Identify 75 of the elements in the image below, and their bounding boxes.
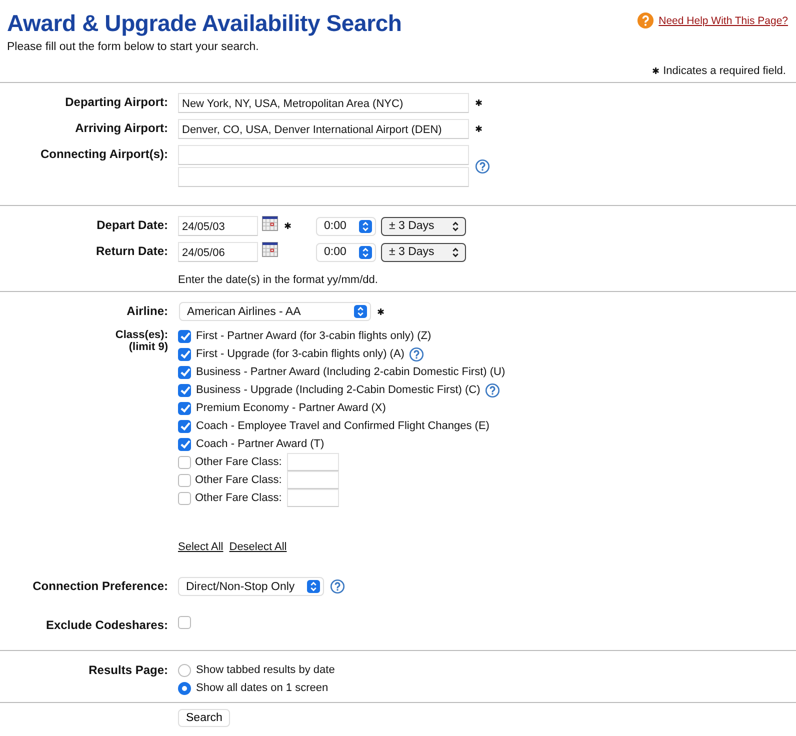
- field-label: Results Page:: [88, 662, 168, 677]
- required-mark: ✱: [377, 306, 385, 316]
- radio-label: Show tabbed results by date: [196, 664, 335, 676]
- fare-class-field[interactable]: [286, 489, 339, 507]
- checkbox[interactable]: [178, 384, 191, 396]
- select-link[interactable]: Select All: [178, 541, 224, 553]
- help-icon[interactable]: [330, 579, 345, 594]
- radio-label: Show all dates on 1 screen: [196, 682, 328, 694]
- checkbox[interactable]: [178, 330, 191, 342]
- checkbox[interactable]: [178, 438, 191, 450]
- field-label: Return Date:: [94, 243, 168, 258]
- airport-field[interactable]: New York, NY, USA, Metropolitan Area (NYC): [178, 93, 469, 113]
- class-option: Business - Partner Award (Including 2-cabin Domestic First) (U): [196, 366, 506, 378]
- class-option: Other Fare Class:: [195, 474, 282, 486]
- field-label: Depart Date:: [96, 217, 168, 232]
- time-select[interactable]: 0:00: [316, 242, 376, 262]
- required-mark: ✱: [475, 124, 483, 134]
- class-option: Premium Economy - Partner Award (X): [196, 402, 386, 414]
- date-field[interactable]: 24/05/03: [178, 216, 258, 236]
- checkbox[interactable]: [178, 366, 191, 378]
- class-option: Business - Upgrade (Including 2-Cabin Domestic First) (C): [196, 384, 480, 396]
- checkbox[interactable]: [178, 456, 191, 468]
- stepper-icon: [354, 305, 367, 318]
- fare-class-field[interactable]: [286, 471, 339, 489]
- class-option: First - Upgrade (for 3-cabin flights only) (A): [196, 348, 404, 360]
- field-label: Class(es):: [115, 329, 168, 341]
- required-mark: ✱: [475, 98, 483, 108]
- help-link[interactable]: Need Help With This Page?: [658, 14, 788, 26]
- range-select[interactable]: ± 3 Days: [381, 242, 466, 262]
- required-mark: ✱: [284, 221, 292, 231]
- help-icon[interactable]: [636, 12, 654, 29]
- fare-class-field[interactable]: [286, 453, 339, 471]
- radio-button[interactable]: [178, 664, 191, 676]
- required-mark: ✱: [652, 66, 660, 76]
- search-button[interactable]: Search: [178, 709, 230, 727]
- field-label: Airline:: [126, 303, 168, 318]
- page-title: Award & Upgrade Availability Search: [7, 10, 402, 37]
- required-note: Indicates a required field.: [663, 65, 786, 77]
- time-select[interactable]: 0:00: [316, 216, 376, 236]
- calendar-icon[interactable]: [262, 216, 278, 231]
- date-field[interactable]: 24/05/06: [178, 242, 258, 262]
- airport-field[interactable]: [178, 145, 469, 165]
- calendar-icon[interactable]: [262, 242, 278, 257]
- field-label: Exclude Codeshares:: [44, 617, 168, 632]
- field-label: Departing Airport:: [64, 94, 168, 109]
- class-option: Other Fare Class:: [195, 492, 282, 504]
- checkbox[interactable]: [178, 474, 191, 486]
- field-label: Arriving Airport:: [74, 120, 168, 135]
- airport-field[interactable]: [178, 167, 469, 187]
- help-icon[interactable]: [485, 382, 500, 398]
- connection-select[interactable]: Direct/Non-Stop Only: [178, 577, 324, 596]
- help-icon[interactable]: [409, 346, 424, 362]
- class-option: Other Fare Class:: [195, 456, 282, 468]
- help-icon[interactable]: [475, 158, 490, 174]
- field-label: Connection Preference:: [32, 578, 168, 593]
- airport-field[interactable]: Denver, CO, USA, Denver International Airport (DEN): [178, 119, 469, 139]
- stepper-icon: [359, 246, 372, 258]
- date-hint: Enter the date(s) in the format yy/mm/dd.: [178, 274, 378, 286]
- range-select[interactable]: ± 3 Days: [381, 216, 466, 236]
- intro-text: Please fill out the form below to start your search.: [7, 41, 260, 53]
- checkbox[interactable]: [178, 402, 191, 414]
- stepper-icon: [307, 580, 320, 593]
- class-option: Coach - Partner Award (T): [196, 438, 324, 450]
- airline-select[interactable]: American Airlines - AA: [179, 302, 371, 321]
- checkbox[interactable]: [178, 348, 191, 360]
- field-sublabel: (limit 9): [128, 341, 168, 353]
- class-option: Coach - Employee Travel and Confirmed Flight Changes (E): [196, 420, 490, 432]
- checkbox[interactable]: [178, 420, 191, 432]
- radio-button[interactable]: [178, 682, 191, 694]
- checkbox[interactable]: [178, 616, 191, 629]
- select-link[interactable]: Deselect All: [229, 541, 287, 553]
- field-label: Connecting Airport(s):: [39, 146, 168, 161]
- class-option: First - Partner Award (for 3-cabin flights only) (Z): [196, 330, 432, 342]
- checkbox[interactable]: [178, 492, 191, 504]
- stepper-icon: [359, 220, 372, 232]
